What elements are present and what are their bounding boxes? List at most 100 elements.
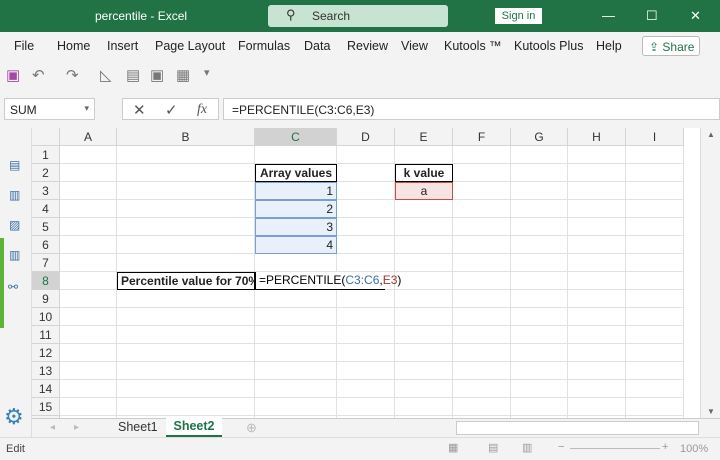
cell[interactable] [568, 272, 626, 290]
row-header-11[interactable]: 11 [32, 326, 60, 344]
cell[interactable] [568, 236, 626, 254]
cell[interactable] [337, 218, 395, 236]
cell[interactable] [337, 326, 395, 344]
cell[interactable] [626, 398, 684, 416]
cell[interactable] [60, 272, 117, 290]
cell[interactable] [626, 218, 684, 236]
cell[interactable] [60, 218, 117, 236]
cell[interactable] [511, 326, 568, 344]
row-header-6[interactable]: 6 [32, 236, 60, 254]
ruler-icon[interactable]: ◺ [100, 66, 112, 84]
cell[interactable] [337, 398, 395, 416]
menu-kutools-plus[interactable]: Kutools Plus [514, 39, 583, 53]
column-header-f[interactable]: F [453, 128, 511, 146]
cell[interactable] [568, 398, 626, 416]
cell[interactable] [453, 254, 511, 272]
cell[interactable] [255, 344, 337, 362]
cell[interactable] [626, 290, 684, 308]
cell[interactable] [626, 164, 684, 182]
cell[interactable] [60, 344, 117, 362]
zoom-slider[interactable] [570, 448, 660, 449]
cell[interactable] [255, 362, 337, 380]
horizontal-scrollbar[interactable] [456, 421, 699, 435]
cancel-icon[interactable]: ✕ [133, 101, 146, 119]
normal-view-icon[interactable]: ▦ [448, 441, 458, 454]
cell[interactable] [453, 218, 511, 236]
cell[interactable] [117, 308, 255, 326]
cell-c8-editing[interactable]: =PERCENTILE(C3:C6,E3) [255, 272, 401, 290]
cell[interactable] [453, 236, 511, 254]
column-list-icon[interactable]: ▥ [9, 248, 20, 262]
cell[interactable] [511, 380, 568, 398]
cell[interactable] [568, 182, 626, 200]
print-preview-icon[interactable]: ▣ [150, 66, 164, 84]
cell[interactable] [255, 326, 337, 344]
column-header-e[interactable]: E [395, 128, 453, 146]
row-header-5[interactable]: 5 [32, 218, 60, 236]
cell[interactable] [626, 308, 684, 326]
table-icon[interactable]: ▦ [176, 66, 190, 84]
cell[interactable] [453, 398, 511, 416]
cell[interactable] [568, 218, 626, 236]
cell[interactable] [511, 290, 568, 308]
cell[interactable] [568, 344, 626, 362]
cell[interactable] [395, 218, 453, 236]
cell-b8[interactable]: Percentile value for 70% [117, 272, 259, 290]
cell[interactable] [337, 146, 395, 164]
scroll-up-icon[interactable]: ▲ [707, 130, 715, 139]
cell[interactable] [626, 254, 684, 272]
cell[interactable] [337, 308, 395, 326]
cell[interactable] [60, 398, 117, 416]
save-icon[interactable]: ▣ [6, 66, 20, 84]
cell-c5[interactable]: 3 [255, 218, 337, 236]
column-header-i[interactable]: I [626, 128, 684, 146]
share-button[interactable]: ⇪ Share [642, 36, 700, 56]
cell[interactable] [568, 362, 626, 380]
cell[interactable] [568, 380, 626, 398]
add-sheet-icon[interactable]: ⊕ [246, 420, 257, 436]
cell[interactable] [117, 164, 255, 182]
minimize-icon[interactable]: — [602, 8, 615, 23]
row-header-3[interactable]: 3 [32, 182, 60, 200]
cell[interactable] [626, 272, 684, 290]
cell[interactable] [255, 146, 337, 164]
cell[interactable] [453, 272, 511, 290]
cell[interactable] [626, 344, 684, 362]
cell[interactable] [511, 362, 568, 380]
row-header-12[interactable]: 12 [32, 344, 60, 362]
row-header-2[interactable]: 2 [32, 164, 60, 182]
menu-page-layout[interactable]: Page Layout [155, 39, 225, 53]
cell[interactable] [626, 182, 684, 200]
cell[interactable] [117, 200, 255, 218]
cell[interactable] [117, 254, 255, 272]
cell[interactable] [453, 308, 511, 326]
page-break-view-icon[interactable]: ▥ [522, 441, 532, 454]
spreadsheet-grid[interactable]: ABCDEFGHI12345678910111213141516Array va… [32, 128, 700, 418]
cell-e2[interactable]: k value [395, 164, 453, 182]
cell-c6[interactable]: 4 [255, 236, 337, 254]
next-sheet-icon[interactable]: ▸ [74, 422, 79, 433]
close-icon[interactable]: ✕ [690, 8, 701, 24]
cell[interactable] [395, 398, 453, 416]
cell[interactable] [511, 272, 568, 290]
name-box[interactable]: SUM ▾ [4, 98, 95, 120]
cell[interactable] [395, 146, 453, 164]
zoom-out-icon[interactable]: − [558, 441, 564, 453]
cell[interactable] [337, 362, 395, 380]
cell[interactable] [60, 164, 117, 182]
cell[interactable] [117, 326, 255, 344]
column-header-a[interactable]: A [60, 128, 117, 146]
maximize-icon[interactable]: ☐ [646, 8, 658, 24]
cell[interactable] [626, 362, 684, 380]
cell[interactable] [117, 344, 255, 362]
cell[interactable] [568, 254, 626, 272]
menu-formulas[interactable]: Formulas [238, 39, 290, 53]
cell[interactable] [568, 290, 626, 308]
cell[interactable] [255, 380, 337, 398]
row-header-13[interactable]: 13 [32, 362, 60, 380]
cell[interactable] [117, 236, 255, 254]
enter-icon[interactable]: ✓ [165, 101, 178, 119]
cell[interactable] [117, 218, 255, 236]
prev-sheet-icon[interactable]: ◂ [50, 422, 55, 433]
row-header-10[interactable]: 10 [32, 308, 60, 326]
